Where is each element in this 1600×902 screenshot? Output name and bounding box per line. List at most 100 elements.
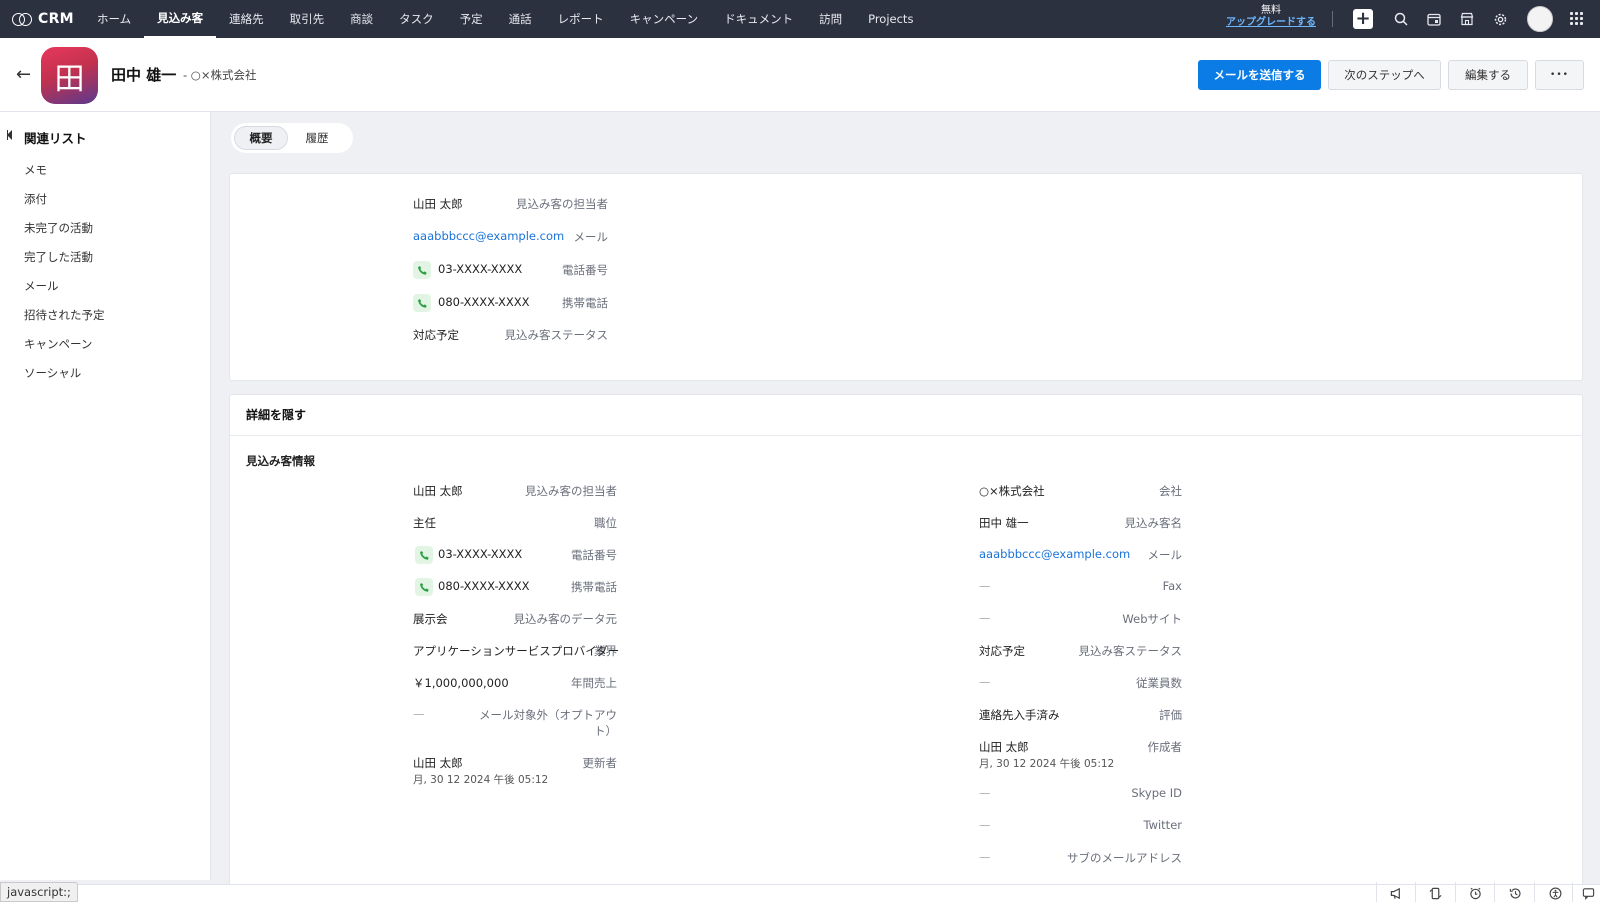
create-button[interactable]: + — [1353, 9, 1373, 29]
more-actions-button[interactable]: ••• — [1535, 60, 1584, 90]
accessibility-icon[interactable] — [1547, 885, 1563, 901]
field-value[interactable]: — — [979, 850, 991, 864]
annual-revenue[interactable]: ￥1,000,000,000 — [413, 675, 509, 691]
divider — [1494, 882, 1495, 902]
tab-overview[interactable]: 概要 — [234, 126, 288, 150]
tab-timeline[interactable]: 履歴 — [288, 126, 346, 150]
field-value[interactable]: — — [979, 579, 991, 593]
field-label: Fax — [1162, 579, 1182, 593]
sidebar-item-invited-events[interactable]: 招待された予定 — [24, 307, 105, 323]
phone-icon[interactable] — [413, 294, 431, 312]
phone-number[interactable]: 03-XXXX-XXXX — [438, 262, 522, 276]
nav-item-reports[interactable]: レポート — [545, 0, 617, 38]
gear-icon[interactable] — [1490, 9, 1510, 29]
crm-logo-icon — [12, 12, 32, 26]
sidebar-item-closed-activities[interactable]: 完了した活動 — [24, 249, 93, 265]
field-value[interactable]: 主任 — [413, 515, 436, 531]
field-label: Webサイト — [1122, 612, 1182, 626]
record-company: - ○×株式会社 — [183, 68, 257, 82]
divider — [1572, 882, 1573, 902]
field-value[interactable]: 山田 太郎 — [413, 755, 463, 771]
collapse-caret-icon[interactable] — [7, 130, 12, 140]
divider — [1415, 882, 1416, 902]
nav-item-accounts[interactable]: 取引先 — [277, 0, 338, 38]
email-link[interactable]: aaabbbccc@example.com — [413, 229, 564, 243]
brand[interactable]: CRM — [0, 11, 84, 27]
modified-time: 月, 30 12 2024 午後 05:12 — [413, 774, 549, 786]
field-value[interactable]: — — [979, 611, 991, 625]
nav-item-leads[interactable]: 見込み客 — [144, 0, 217, 38]
alarm-clock-icon[interactable] — [1467, 885, 1483, 901]
upgrade-link[interactable]: アップグレードする — [1216, 17, 1326, 29]
megaphone-icon[interactable] — [1388, 885, 1404, 901]
apps-grid-icon[interactable] — [1570, 12, 1584, 26]
record-tabs: 概要 履歴 — [231, 123, 353, 153]
field-label: 従業員数 — [1136, 676, 1182, 690]
search-icon[interactable] — [1391, 9, 1411, 29]
nav-item-home[interactable]: ホーム — [84, 0, 144, 38]
sidebar-item-open-activities[interactable]: 未完了の活動 — [24, 220, 93, 236]
user-avatar[interactable] — [1527, 6, 1553, 32]
status-bar — [0, 884, 1600, 902]
field-label: Twitter — [1143, 818, 1182, 832]
field-value[interactable]: アプリケーションサービスプロバイダー — [413, 643, 619, 659]
calendar-icon[interactable] — [1424, 9, 1444, 29]
divider — [230, 435, 1582, 436]
phone-icon[interactable] — [415, 578, 433, 596]
next-step-button[interactable]: 次のステップへ — [1328, 60, 1441, 90]
field-value[interactable]: — — [413, 707, 425, 721]
store-icon[interactable] — [1457, 9, 1477, 29]
field-label: サブのメールアドレス — [1067, 851, 1182, 865]
field-value[interactable]: 対応予定 — [413, 327, 459, 343]
field-value[interactable]: 連絡先入手済み — [979, 707, 1060, 723]
edit-button[interactable]: 編集する — [1448, 60, 1528, 90]
mobile-number[interactable]: 080-XXXX-XXXX — [438, 579, 530, 593]
field-value[interactable]: — — [979, 675, 991, 689]
nav-item-events[interactable]: 予定 — [447, 0, 496, 38]
record-header: ← 田 田中 雄一 - ○×株式会社 メールを送信する 次のステップへ 編集する… — [0, 38, 1600, 112]
nav-item-documents[interactable]: ドキュメント — [711, 0, 806, 38]
upgrade-block: 無料 アップグレードする — [1216, 5, 1326, 29]
phone-number[interactable]: 03-XXXX-XXXX — [438, 547, 522, 561]
field-value[interactable]: — — [979, 818, 991, 832]
email-link[interactable]: aaabbbccc@example.com — [979, 547, 1130, 561]
sidebar-item-social[interactable]: ソーシャル — [24, 365, 81, 381]
link-preview: javascript:; — [0, 882, 78, 902]
nav-item-calls[interactable]: 通話 — [496, 0, 545, 38]
phone-icon[interactable] — [413, 261, 431, 279]
field-value[interactable]: — — [979, 786, 991, 800]
mobile-number[interactable]: 080-XXXX-XXXX — [438, 295, 530, 309]
sidebar-item-campaigns[interactable]: キャンペーン — [24, 336, 92, 352]
mobile-sync-icon[interactable] — [1427, 885, 1443, 901]
history-icon[interactable] — [1507, 885, 1523, 901]
sidebar-item-notes[interactable]: メモ — [24, 162, 47, 178]
nav-item-tasks[interactable]: タスク — [386, 0, 447, 38]
details-card: 詳細を隠す 見込み客情報 見込み客の担当者 山田 太郎 職位 主任 電話番号 0… — [229, 394, 1583, 894]
hide-details-toggle[interactable]: 詳細を隠す — [246, 406, 306, 423]
nav-item-projects[interactable]: Projects — [855, 0, 926, 38]
top-nav: CRM ホーム 見込み客 連絡先 取引先 商談 タスク 予定 通話 レポート キ… — [0, 0, 1600, 38]
nav-item-deals[interactable]: 商談 — [337, 0, 386, 38]
field-value[interactable]: 山田 太郎 — [413, 196, 463, 212]
field-value[interactable]: 山田 太郎 — [413, 483, 463, 499]
field-value[interactable]: ○×株式会社 — [979, 483, 1045, 499]
plan-label: 無料 — [1261, 5, 1281, 16]
field-value[interactable]: 山田 太郎 — [979, 739, 1029, 755]
sidebar-item-emails[interactable]: メール — [24, 278, 59, 294]
field-value[interactable]: 展示会 — [413, 611, 448, 627]
nav-divider — [1332, 11, 1333, 27]
divider — [1376, 882, 1377, 902]
field-value[interactable]: 対応予定 — [979, 643, 1025, 659]
nav-tabs: ホーム 見込み客 連絡先 取引先 商談 タスク 予定 通話 レポート キャンペー… — [84, 0, 926, 38]
field-label: メール対象外（オプトアウ — [479, 708, 617, 722]
chat-icon[interactable] — [1580, 885, 1596, 901]
nav-item-campaigns[interactable]: キャンペーン — [617, 0, 711, 38]
nav-item-visits[interactable]: 訪問 — [806, 0, 855, 38]
section-title: 見込み客情報 — [246, 454, 315, 468]
back-arrow-icon[interactable]: ← — [16, 64, 31, 85]
phone-icon[interactable] — [415, 546, 433, 564]
field-value[interactable]: 田中 雄一 — [979, 515, 1029, 531]
send-mail-button[interactable]: メールを送信する — [1198, 60, 1321, 90]
nav-item-contacts[interactable]: 連絡先 — [216, 0, 277, 38]
sidebar-item-attachments[interactable]: 添付 — [24, 191, 47, 207]
